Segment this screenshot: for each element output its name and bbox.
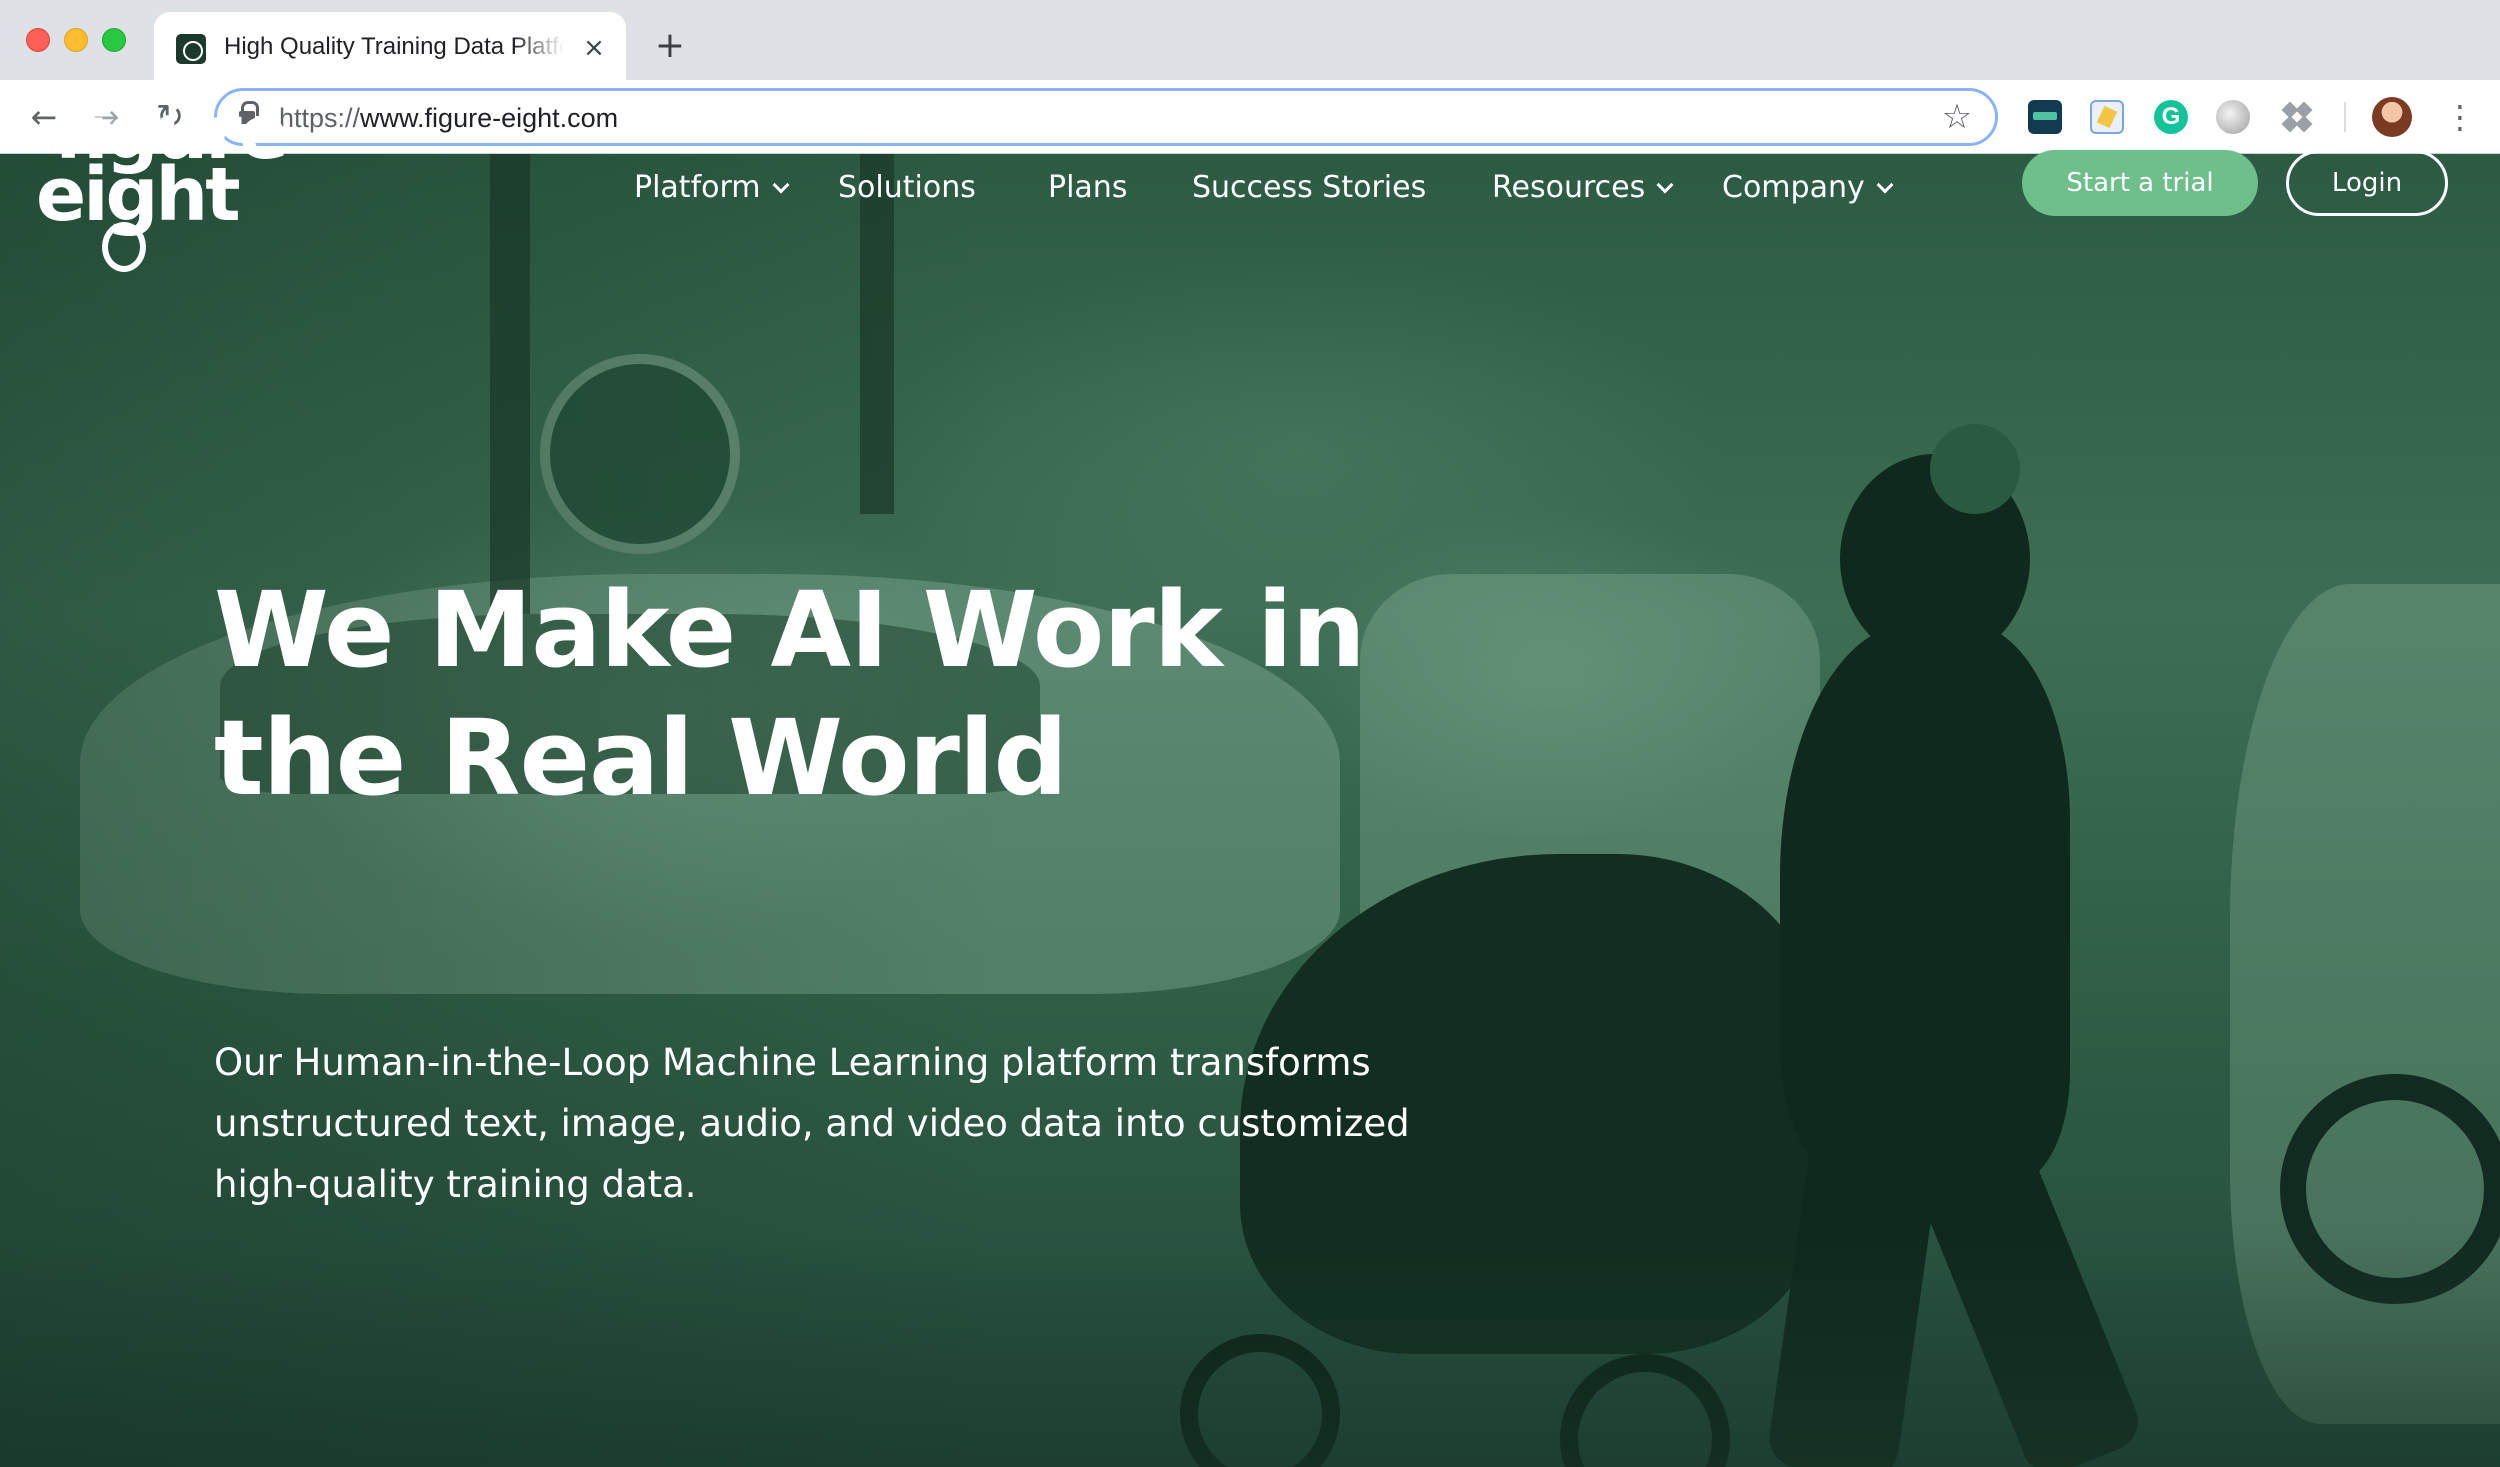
tab-close-icon[interactable]: × — [578, 32, 610, 64]
nav-item-success-stories[interactable]: Success Stories — [1192, 162, 1426, 214]
site-favicon-icon — [176, 34, 206, 64]
headline-line-1: We Make AI Work in — [214, 566, 1366, 694]
url-scheme: https:// — [279, 103, 361, 133]
nav-item-plans[interactable]: Plans — [1048, 162, 1127, 214]
headline-text-2: the Real World — [214, 697, 1068, 819]
browser-tab-active[interactable]: High Quality Training Data Platform × — [154, 12, 626, 80]
profile-avatar[interactable] — [2372, 97, 2412, 137]
login-button[interactable]: Login — [2286, 150, 2448, 216]
toolbar-separator — [2344, 102, 2346, 132]
window-close-button[interactable] — [26, 28, 50, 52]
window-minimize-button[interactable] — [64, 28, 88, 52]
browser-menu-icon[interactable]: ⋮ — [2440, 97, 2480, 137]
nav-item-resources[interactable]: Resources — [1492, 162, 1674, 214]
address-bar-url[interactable]: https://www.figure-eight.com — [279, 100, 618, 136]
chevron-down-icon — [772, 176, 790, 194]
extension-notes-icon[interactable] — [2090, 100, 2124, 134]
bookmark-star-icon[interactable]: ☆ — [1937, 97, 1977, 137]
url-host: www.figure-eight.com — [360, 103, 619, 133]
browser-toolbar: ← → ↻ https://www.figure-eight.com ☆ G ⋮ — [0, 80, 2500, 154]
nav-item-company[interactable]: Company — [1722, 162, 1894, 214]
hero-subtext: Our Human-in-the-Loop Machine Learning p… — [214, 1041, 1410, 1206]
tab-title: High Quality Training Data Platform — [224, 30, 564, 64]
chevron-down-icon — [1656, 176, 1674, 194]
extension-grammarly-icon[interactable]: G — [2154, 100, 2188, 134]
address-bar[interactable]: https://www.figure-eight.com ☆ — [214, 88, 1998, 146]
logo-loop-icon — [102, 222, 146, 272]
new-tab-icon[interactable]: + — [650, 26, 690, 66]
logo-line-2: eight — [36, 152, 241, 238]
nav-label-company: Company — [1722, 170, 1865, 205]
window-zoom-button[interactable] — [102, 28, 126, 52]
nav-item-solutions[interactable]: Solutions — [838, 162, 976, 214]
extension-evernote-icon[interactable] — [2028, 100, 2062, 134]
hero-headline: We Make AI Work in the Real World — [214, 566, 1614, 822]
headline-line-2: the Real World — [214, 694, 1068, 822]
headline-text-1: We Make AI Work in — [214, 569, 1366, 691]
nav-label-resources: Resources — [1492, 170, 1646, 205]
nav-label-platform: Platform — [634, 170, 761, 205]
extension-sphere-icon[interactable] — [2216, 100, 2250, 134]
figure-eight-logo[interactable]: figure eight — [36, 92, 289, 292]
nav-item-platform[interactable]: Platform — [634, 162, 790, 214]
extension-dropbox-icon[interactable] — [2280, 100, 2314, 134]
chevron-down-icon — [1876, 176, 1894, 194]
browser-tab-strip: High Quality Training Data Platform × + — [0, 0, 2500, 80]
start-trial-button[interactable]: Start a trial — [2022, 150, 2258, 216]
